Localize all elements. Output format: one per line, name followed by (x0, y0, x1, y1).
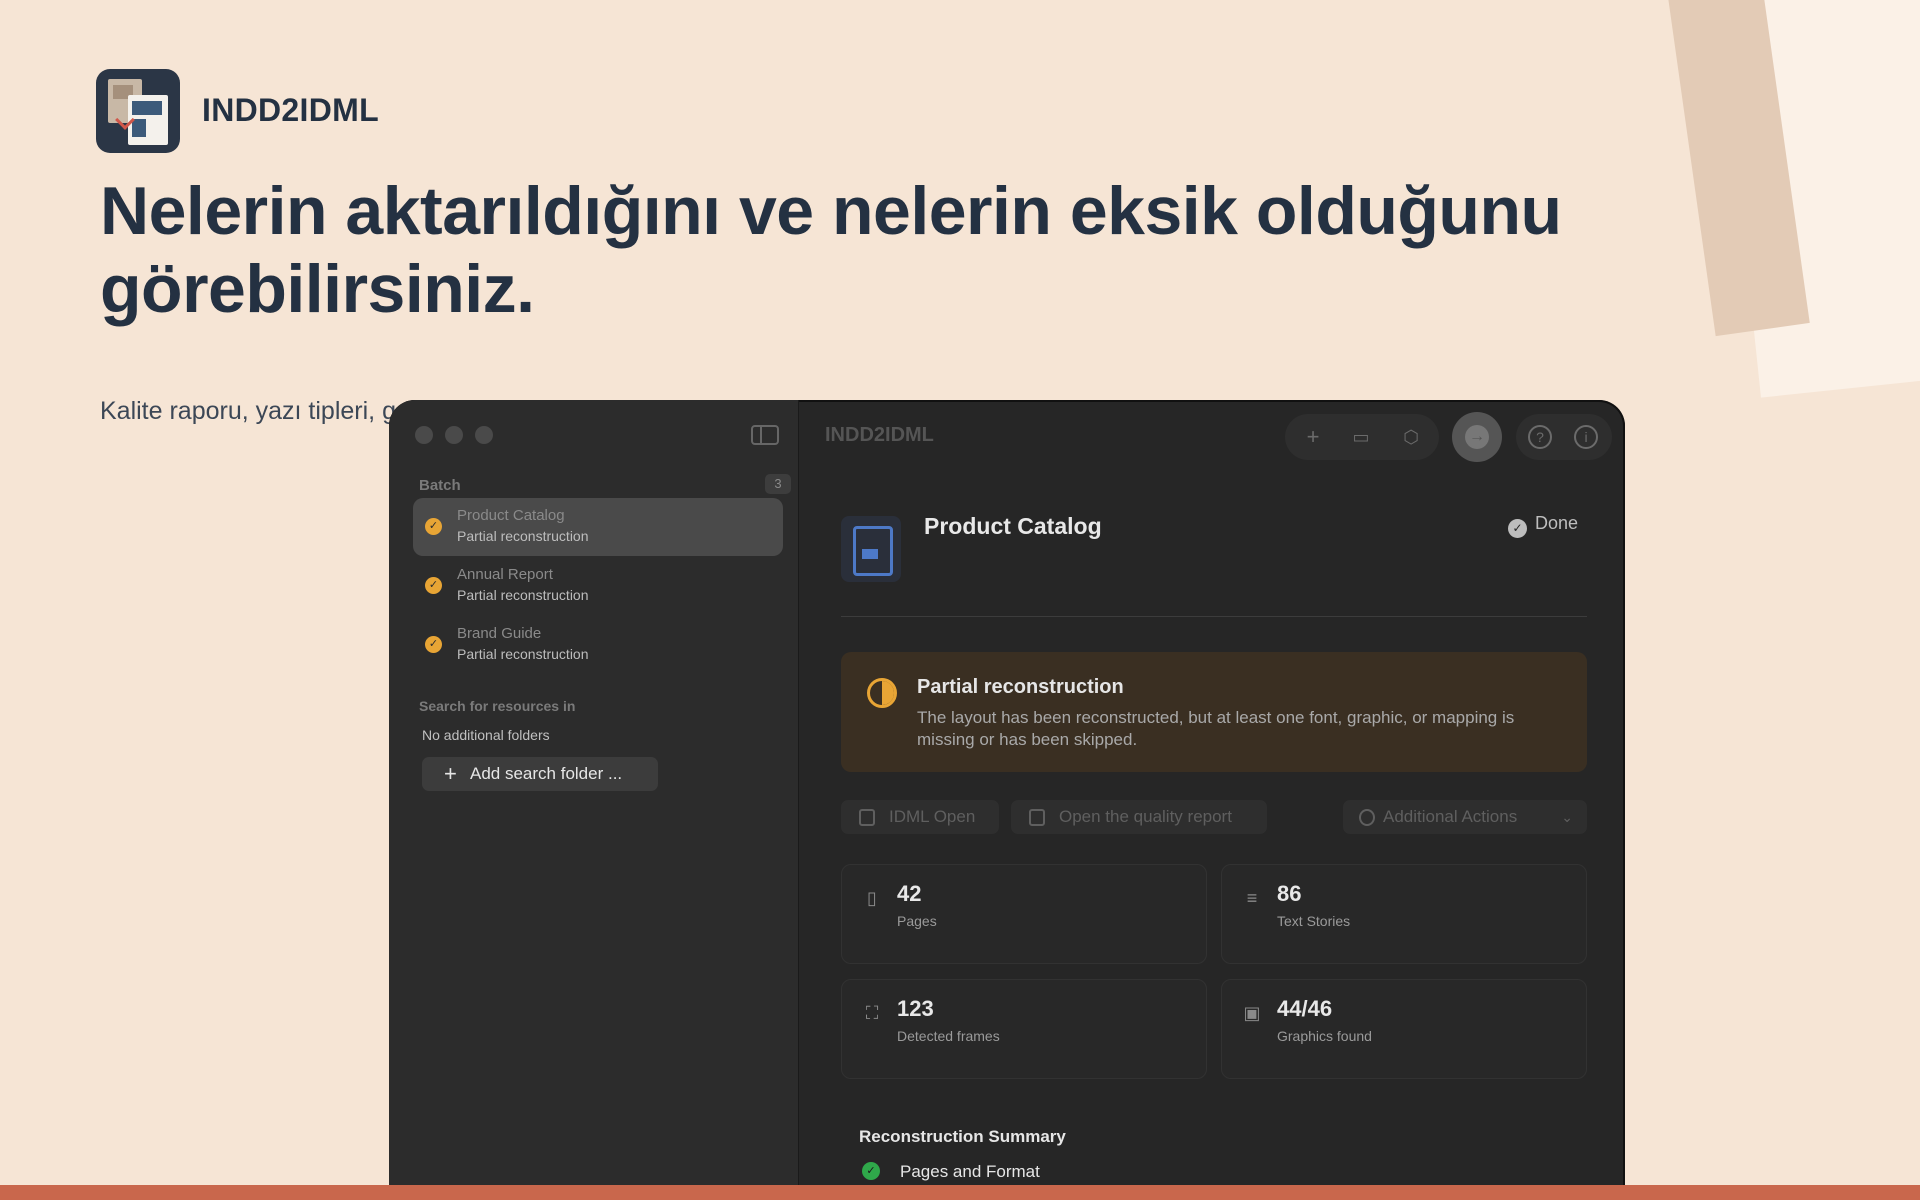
chevron-down-icon: ⌄ (1561, 809, 1573, 825)
convert-icon[interactable] (1452, 412, 1502, 462)
stat-card-graphics-found: ▣ 44/46 Graphics found (1221, 979, 1587, 1079)
page-icon: ▯ (867, 888, 877, 908)
batch-item-annual-report[interactable]: ✓ Annual Report Partial reconstruction (413, 557, 783, 615)
folder-icon[interactable]: ▭ (1349, 425, 1373, 449)
document-icon (841, 516, 901, 582)
batch-item-title: Product Catalog (457, 507, 565, 524)
summary-item-pages-format: ✓ Pages and Format (862, 1162, 1040, 1182)
plus-icon: + (444, 761, 457, 786)
stat-value: 123 (897, 996, 934, 1021)
bottom-accent-bar (0, 1185, 1920, 1200)
batch-item-title: Brand Guide (457, 625, 542, 642)
quality-report-button[interactable]: Open the quality report (1011, 800, 1267, 834)
add-search-folder-button[interactable]: + Add search folder ... (422, 757, 658, 791)
partial-status-icon: ✓ (425, 577, 442, 594)
batch-item-status: Partial reconstruction (457, 528, 589, 544)
help-icon[interactable]: ? (1528, 425, 1552, 449)
stat-card-detected-frames: ⛶ 123 Detected frames (841, 979, 1207, 1079)
window-minimize-button[interactable] (445, 426, 463, 444)
toolbar-group-help: ? i (1516, 414, 1612, 460)
app-logo-icon (96, 69, 180, 153)
check-circle-icon: ✓ (862, 1162, 880, 1180)
batch-item-brand-guide[interactable]: ✓ Brand Guide Partial reconstruction (413, 616, 783, 674)
half-circle-icon (867, 678, 897, 708)
sidebar: Batch 3 ✓ Product Catalog Partial recons… (389, 400, 799, 1200)
batch-item-status: Partial reconstruction (457, 587, 589, 603)
banner-text: The layout has been reconstructed, but a… (917, 708, 1515, 749)
no-folders-text: No additional folders (422, 727, 550, 743)
app-window: Batch 3 ✓ Product Catalog Partial recons… (389, 400, 1625, 1200)
check-icon: ✓ (1508, 519, 1527, 538)
add-search-folder-label: Add search folder ... (470, 764, 623, 783)
stat-card-pages: ▯ 42 Pages (841, 864, 1207, 964)
additional-actions-dropdown[interactable]: Additional Actions ⌄ (1343, 800, 1587, 834)
window-zoom-button[interactable] (475, 426, 493, 444)
banner-title: Partial reconstruction (917, 676, 1124, 698)
stat-value: 86 (1277, 881, 1302, 906)
info-icon[interactable]: i (1574, 425, 1598, 449)
image-icon: ▣ (1243, 1003, 1261, 1023)
text-lines-icon: ≡ (1246, 888, 1258, 908)
quality-report-label: Open the quality report (1059, 807, 1232, 826)
batch-item-status: Partial reconstruction (457, 646, 589, 662)
headline: Nelerin aktarıldığını ve nelerin eksik o… (100, 173, 1562, 327)
reconstruction-summary-title: Reconstruction Summary (859, 1127, 1066, 1146)
stat-label: Detected frames (897, 1028, 1000, 1044)
status-label: Done (1535, 513, 1579, 533)
batch-count-badge: 3 (765, 474, 791, 494)
batch-item-title: Annual Report (457, 566, 553, 583)
more-actions-icon (1359, 809, 1375, 826)
stat-label: Text Stories (1277, 913, 1351, 929)
open-external-icon (859, 809, 875, 826)
stat-value: 42 (897, 881, 922, 906)
divider (841, 616, 1587, 617)
sidebar-toggle-icon[interactable] (751, 425, 779, 445)
additional-actions-label: Additional Actions (1383, 807, 1518, 826)
status-badge: ✓ Done (1508, 513, 1578, 538)
idml-open-button[interactable]: IDML Open (841, 800, 999, 834)
summary-item-label: Pages and Format (900, 1162, 1040, 1181)
window-title: INDD2IDML (825, 424, 934, 446)
document-title: Product Catalog (924, 513, 1102, 539)
app-name: INDD2IDML (202, 92, 379, 128)
search-resources-label: Search for resources in (419, 698, 576, 714)
partial-reconstruction-banner: Partial reconstruction The layout has be… (841, 652, 1587, 772)
batch-item-product-catalog[interactable]: ✓ Product Catalog Partial reconstruction (413, 498, 783, 556)
batch-label: Batch (419, 477, 461, 494)
stat-label: Pages (897, 913, 937, 929)
stat-label: Graphics found (1277, 1028, 1372, 1044)
partial-status-icon: ✓ (425, 636, 442, 653)
subtitle: Kalite raporu, yazı tipleri, g (100, 397, 396, 425)
partial-status-icon: ✓ (425, 518, 442, 535)
frame-icon: ⛶ (865, 1003, 879, 1023)
idml-open-label: IDML Open (889, 807, 976, 826)
toolbar-group-file: + ▭ ⬡ (1285, 414, 1439, 460)
stat-card-text-stories: ≡ 86 Text Stories (1221, 864, 1587, 964)
package-icon[interactable]: ⬡ (1399, 425, 1423, 449)
stat-value: 44/46 (1277, 996, 1333, 1021)
window-close-button[interactable] (415, 426, 433, 444)
report-icon (1029, 809, 1045, 826)
plus-icon[interactable]: + (1301, 425, 1325, 449)
